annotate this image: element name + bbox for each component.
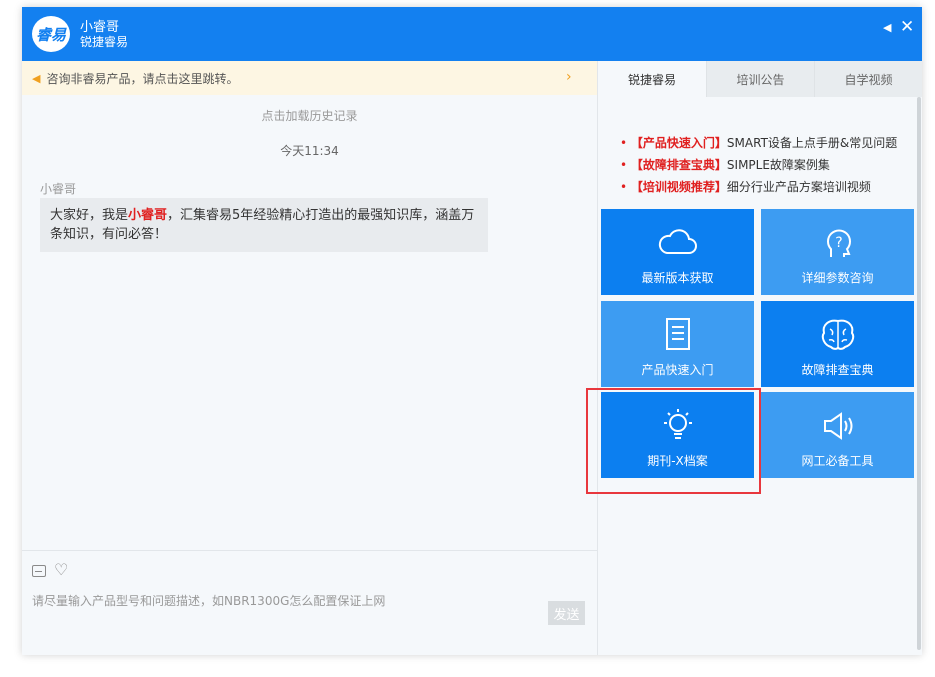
tile-journal-x-archive[interactable]: 期刊-X档案 [601, 392, 754, 478]
chat-window: 睿易 小睿哥 锐捷睿易 ◀︎ ✕ ◀︎ 咨询非睿易产品，请点击这里跳转。 › 点… [22, 7, 922, 655]
question-head-icon: ? [827, 229, 851, 257]
tile-label: 期刊-X档案 [647, 454, 708, 468]
svg-text:?: ? [835, 235, 842, 251]
side-panel: 锐捷睿易 培训公告 自学视频 • 【产品快速入门】SMART设备上点手册&常见问… [598, 61, 922, 655]
chat-panel: ◀︎ 咨询非睿易产品，请点击这里跳转。 › 点击加载历史记录 今天11:34 小… [22, 61, 598, 655]
lightbulb-icon [664, 409, 692, 439]
megaphone-icon [824, 412, 853, 440]
load-history-link[interactable]: 点击加载历史记录 [22, 107, 597, 124]
link-training-video[interactable]: • 【培训视频推荐】细分行业产品方案培训视频 [620, 176, 897, 198]
tile-latest-version[interactable]: 最新版本获取 [601, 209, 754, 295]
heart-icon[interactable]: ♡ [54, 560, 68, 579]
quick-links: • 【产品快速入门】SMART设备上点手册&常见问题 • 【故障排查宝典】SIM… [620, 132, 897, 198]
speaker-icon[interactable]: ◀︎ [883, 21, 891, 34]
input-area: ♡ 请尽量输入产品型号和问题描述，如NBR1300G怎么配置保证上网 发送 [22, 550, 597, 655]
message-sender: 小睿哥 [40, 182, 77, 196]
tile-network-tools[interactable]: 网工必备工具 [761, 392, 914, 478]
notice-text: 咨询非睿易产品，请点击这里跳转。 [46, 71, 239, 86]
title-bar: 睿易 小睿哥 锐捷睿易 ◀︎ ✕ [22, 7, 922, 61]
tab-training-notice[interactable]: 培训公告 [706, 61, 814, 97]
tab-bar: 锐捷睿易 培训公告 自学视频 [598, 61, 922, 97]
tile-label: 详细参数咨询 [801, 271, 874, 285]
link-troubleshooting[interactable]: • 【故障排查宝典】SIMPLE故障案例集 [620, 154, 897, 176]
tile-label: 最新版本获取 [641, 271, 714, 285]
tile-troubleshooting[interactable]: 故障排查宝典 [761, 301, 914, 387]
message-timestamp: 今天11:34 [280, 144, 339, 158]
tile-quick-start[interactable]: 产品快速入门 [601, 301, 754, 387]
brain-icon [821, 319, 855, 350]
message-highlight: 小睿哥 [128, 208, 168, 223]
window-subtitle: 锐捷睿易 [80, 35, 129, 49]
message-input[interactable]: 请尽量输入产品型号和问题描述，如NBR1300G怎么配置保证上网 [32, 592, 385, 609]
tile-parameter-consult[interactable]: ? 详细参数咨询 [761, 209, 914, 295]
ruiyi-logo: 睿易 [32, 16, 70, 52]
chevron-right-icon[interactable]: › [566, 69, 572, 85]
cloud-icon [658, 229, 697, 254]
feedback-icon[interactable] [32, 565, 46, 577]
close-icon[interactable]: ✕ [900, 17, 914, 37]
tile-label: 产品快速入门 [641, 363, 714, 377]
document-list-icon [666, 318, 690, 350]
link-quick-start[interactable]: • 【产品快速入门】SMART设备上点手册&常见问题 [620, 132, 897, 154]
notice-banner[interactable]: ◀︎ 咨询非睿易产品，请点击这里跳转。 › [22, 61, 597, 95]
tab-self-study-video[interactable]: 自学视频 [814, 61, 922, 97]
send-button[interactable]: 发送 [548, 601, 585, 625]
message-bubble: 大家好，我是小睿哥，汇集睿易5年经验精心打造出的最强知识库，涵盖万条知识，有问必… [40, 198, 488, 252]
scrollbar[interactable] [917, 97, 921, 650]
message-text-pre: 大家好，我是 [50, 208, 129, 223]
tile-label: 网工必备工具 [801, 454, 874, 468]
window-title: 小睿哥 [80, 20, 120, 35]
speaker-icon: ◀︎ [32, 71, 41, 85]
tile-label: 故障排查宝典 [801, 363, 874, 377]
tab-ruiyi[interactable]: 锐捷睿易 [598, 61, 706, 97]
